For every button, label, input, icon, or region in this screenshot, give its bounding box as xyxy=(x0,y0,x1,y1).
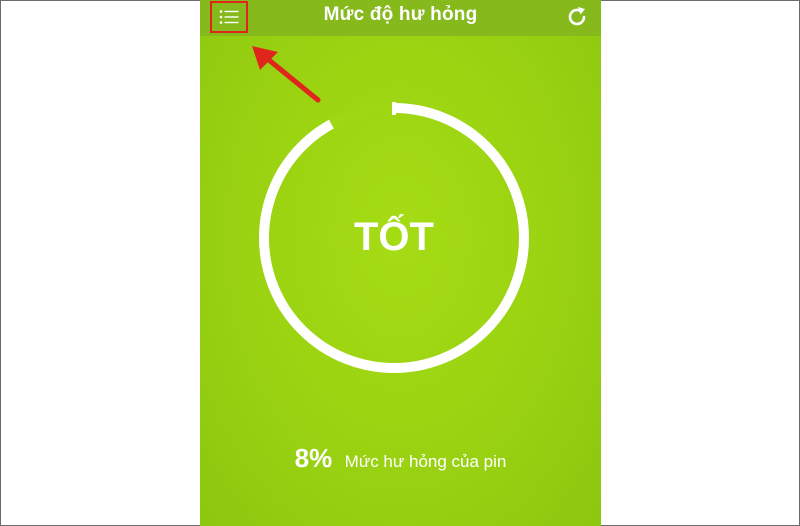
top-bar: Mức độ hư hỏng xyxy=(200,0,601,36)
wear-summary: 8% Mức hư hỏng của pin xyxy=(200,443,601,474)
wear-percent: 8% xyxy=(294,443,333,473)
refresh-icon xyxy=(568,7,586,26)
page-title: Mức độ hư hỏng xyxy=(323,4,478,25)
gauge-wear-arc xyxy=(328,102,395,129)
refresh-button[interactable] xyxy=(565,5,589,29)
wear-caption: Mức hư hỏng của pin xyxy=(344,452,507,471)
battery-status-label: TỐT xyxy=(354,215,434,259)
red-arrow-annotation xyxy=(252,46,321,103)
